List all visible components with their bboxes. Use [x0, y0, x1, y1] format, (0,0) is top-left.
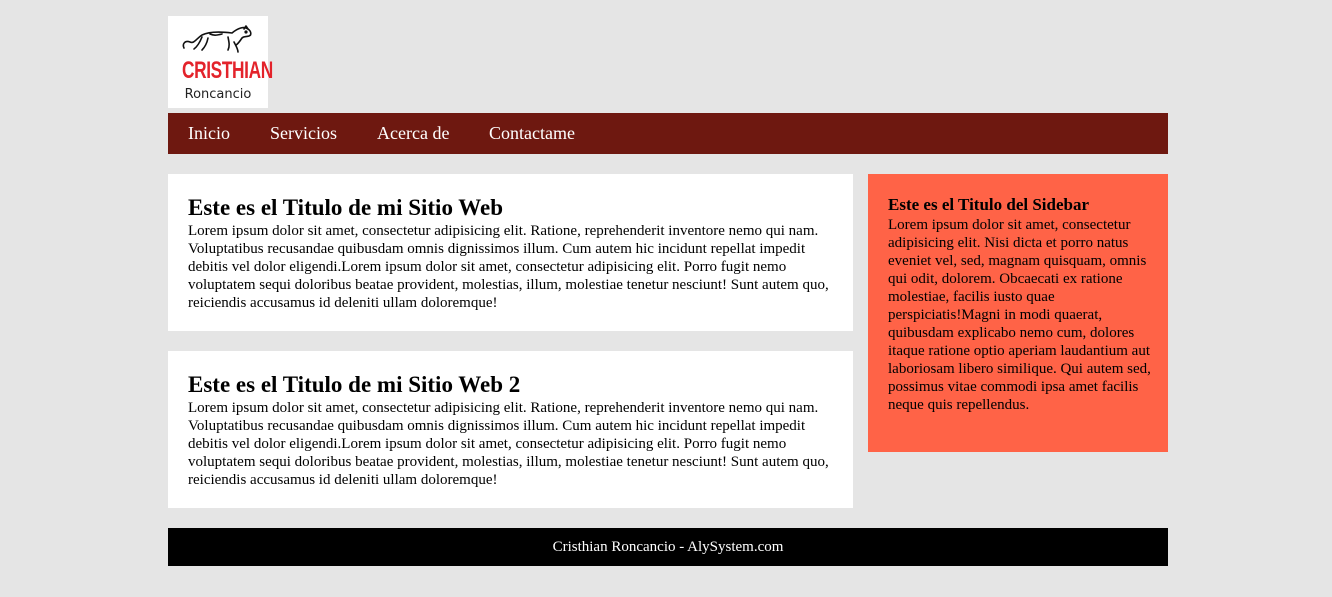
page-footer: Cristhian Roncancio - AlySystem.com	[168, 528, 1168, 566]
article-card: Este es el Titulo de mi Sitio Web 2 Lore…	[168, 351, 853, 508]
article-title: Este es el Titulo de mi Sitio Web	[188, 195, 504, 220]
nav-item-acerca-de[interactable]: Acerca de	[377, 113, 449, 154]
nav-item-contactame[interactable]: Contactame	[489, 113, 575, 154]
main-nav: Inicio Servicios Acerca de Contactame	[168, 113, 1168, 154]
logo-title: CRISTHIAN	[182, 57, 273, 84]
logo-subtitle: Roncancio	[184, 87, 252, 102]
article-body: Lorem ipsum dolor sit amet, consectetur …	[188, 400, 829, 488]
sidebar: Este es el Titulo del Sidebar Lorem ipsu…	[868, 174, 1168, 452]
panther-icon	[182, 25, 252, 53]
footer-text: Cristhian Roncancio - AlySystem.com	[552, 539, 784, 555]
article-card: Este es el Titulo de mi Sitio Web Lorem …	[168, 174, 853, 331]
site-logo[interactable]: CRISTHIAN Roncancio	[168, 16, 273, 108]
nav-item-inicio[interactable]: Inicio	[188, 113, 230, 154]
sidebar-title: Este es el Titulo del Sidebar	[888, 195, 1090, 214]
nav-item-servicios[interactable]: Servicios	[270, 113, 337, 154]
article-title: Este es el Titulo de mi Sitio Web 2	[188, 372, 521, 397]
sidebar-body: Lorem ipsum dolor sit amet, consectetur …	[888, 217, 1151, 413]
article-body: Lorem ipsum dolor sit amet, consectetur …	[188, 223, 829, 311]
